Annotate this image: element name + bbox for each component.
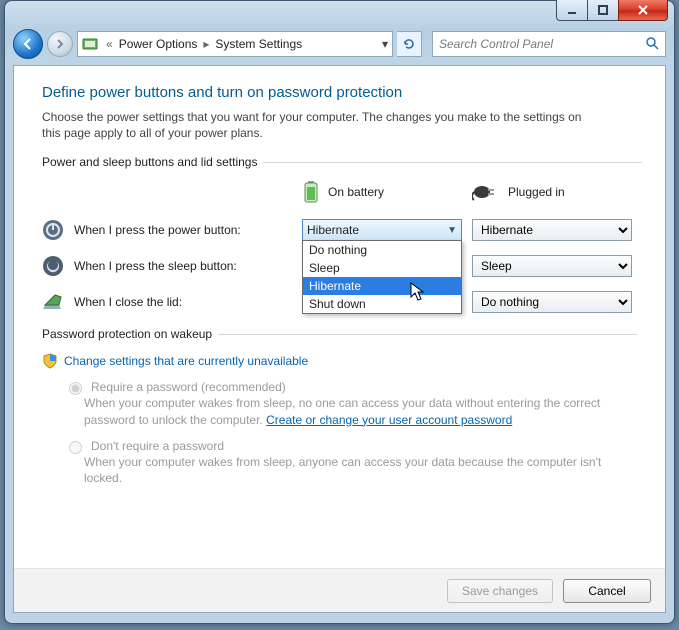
sleep-icon: [42, 255, 64, 277]
content-pane: Define power buttons and turn on passwor…: [13, 65, 666, 613]
search-icon: [645, 36, 659, 53]
laptop-lid-icon: [42, 291, 64, 313]
power-button-plugged-select[interactable]: Hibernate: [472, 219, 632, 241]
address-bar[interactable]: « Power Options ▸ System Settings ▾: [77, 31, 393, 57]
row-power-button: When I press the power button:: [42, 219, 302, 241]
option-hibernate[interactable]: Hibernate: [303, 277, 461, 295]
page-intro: Choose the power settings that you want …: [42, 109, 602, 141]
breadcrumb-item[interactable]: Power Options: [115, 37, 202, 51]
page-heading: Define power buttons and turn on passwor…: [42, 84, 637, 101]
power-buttons-group: Power and sleep buttons and lid settings…: [42, 155, 642, 313]
require-password-radio: [69, 382, 82, 395]
dont-require-password-radio: [69, 441, 82, 454]
save-changes-button[interactable]: Save changes: [447, 579, 553, 603]
sleep-button-plugged-select[interactable]: Sleep: [472, 255, 632, 277]
arrow-right-icon: [54, 38, 66, 50]
option-do-nothing[interactable]: Do nothing: [303, 241, 461, 259]
navigation-bar: « Power Options ▸ System Settings ▾ Sear…: [13, 29, 666, 59]
search-box[interactable]: Search Control Panel: [432, 31, 666, 57]
minimize-button[interactable]: [556, 0, 588, 21]
control-panel-icon: [82, 36, 98, 52]
create-change-password-link[interactable]: Create or change your user account passw…: [266, 413, 512, 427]
arrow-left-icon: [21, 37, 35, 51]
close-button[interactable]: [618, 0, 668, 21]
group-legend: Power and sleep buttons and lid settings: [42, 155, 263, 169]
dont-require-password-option: Don't require a password When your compu…: [64, 438, 637, 486]
power-button-battery-select[interactable]: Hibernate ▼ Do nothing Sleep Hibernate S…: [302, 219, 462, 241]
option-label: Require a password (recommended): [91, 380, 286, 394]
cancel-button[interactable]: Cancel: [563, 579, 651, 603]
lid-plugged-select[interactable]: Do nothing: [472, 291, 632, 313]
power-button-battery-options[interactable]: Do nothing Sleep Hibernate Shut down: [302, 240, 462, 314]
window-controls: [557, 0, 668, 21]
require-password-option: Require a password (recommended) When yo…: [64, 379, 637, 427]
option-label: Don't require a password: [91, 439, 224, 453]
back-button[interactable]: [13, 29, 43, 59]
row-close-lid: When I close the lid:: [42, 291, 302, 313]
option-sleep[interactable]: Sleep: [303, 259, 461, 277]
maximize-button[interactable]: [587, 0, 619, 21]
option-shut-down[interactable]: Shut down: [303, 295, 461, 313]
password-protection-group: Password protection on wakeup Change set…: [42, 327, 637, 496]
plug-icon: [472, 183, 500, 201]
window-frame: « Power Options ▸ System Settings ▾ Sear…: [4, 0, 675, 624]
change-unavailable-settings-link[interactable]: Change settings that are currently unava…: [42, 353, 637, 369]
row-sleep-button: When I press the sleep button:: [42, 255, 302, 277]
power-icon: [42, 219, 64, 241]
breadcrumb-item[interactable]: System Settings: [211, 37, 306, 51]
refresh-button[interactable]: [397, 31, 422, 57]
column-plugged-in: Plugged in: [472, 179, 642, 205]
shield-icon: [42, 353, 58, 369]
chevron-down-icon: ▼: [447, 225, 457, 236]
column-on-battery: On battery: [302, 179, 472, 205]
group-legend: Password protection on wakeup: [42, 327, 218, 341]
forward-button[interactable]: [47, 31, 73, 57]
refresh-icon: [402, 37, 416, 51]
search-placeholder: Search Control Panel: [439, 37, 553, 51]
dialog-footer: Save changes Cancel: [14, 568, 665, 612]
battery-icon: [302, 180, 320, 204]
